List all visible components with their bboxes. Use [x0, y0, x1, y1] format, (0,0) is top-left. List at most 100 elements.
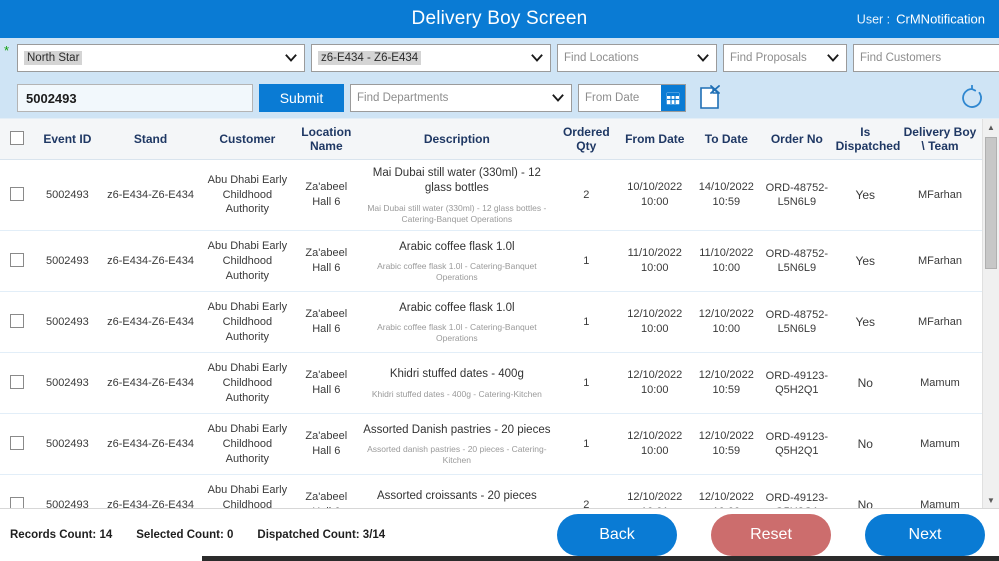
- cell-event-id: 5002493: [34, 230, 100, 293]
- cell-stand: z6-E434-Z6-E434: [100, 474, 202, 508]
- grid-header: Event ID Stand Customer Location Name De…: [0, 119, 999, 160]
- filter-toolbar: * North Star z6-E434 - Z6-E434 Find Loca…: [0, 38, 999, 118]
- cell-event-id: 5002493: [34, 474, 100, 508]
- departments-dropdown-placeholder: Find Departments: [357, 92, 449, 104]
- table-row[interactable]: 5002493 z6-E434-Z6-E434 Abu Dhabi Early Ch…: [0, 474, 999, 508]
- row-checkbox[interactable]: [10, 313, 25, 328]
- table-row[interactable]: 5002493 z6-E434-Z6-E434 Abu Dhabi Early Ch…: [0, 291, 999, 354]
- table-row[interactable]: 5002493 z6-E434-Z6-E434 Abu Dhabi Early Ch…: [0, 352, 999, 415]
- customers-dropdown[interactable]: Find Customers: [853, 44, 999, 72]
- cell-delivery-boy: Mamum: [897, 474, 983, 508]
- scrollbar-thumb[interactable]: [985, 137, 997, 269]
- cell-customer: Abu Dhabi Early Childhood Authority: [201, 352, 294, 415]
- row-select-cell: [0, 352, 35, 415]
- search-input[interactable]: [17, 84, 253, 112]
- cell-customer: Abu Dhabi Early Childhood Authority: [201, 291, 294, 354]
- grid-vertical-scrollbar[interactable]: ▲ ▼: [982, 119, 999, 508]
- row-select-cell: [0, 474, 35, 508]
- cell-customer: Abu Dhabi Early Childhood Authority: [201, 230, 294, 293]
- row-checkbox[interactable]: [10, 186, 25, 201]
- row-checkbox[interactable]: [10, 435, 25, 450]
- description-sub: Khidri stuffed dates - 400g - Catering-K…: [371, 388, 542, 399]
- calendar-icon[interactable]: [661, 85, 685, 111]
- cell-delivery-boy: Mamum: [897, 352, 983, 415]
- clear-document-icon[interactable]: [699, 85, 721, 111]
- cell-ordered-qty: 1: [554, 352, 618, 415]
- cell-customer: Abu Dhabi Early Childhood Authority: [201, 474, 294, 508]
- user-info: User : CrMNotification: [857, 12, 985, 27]
- cell-is-dispatched: Yes: [832, 159, 898, 232]
- header-row: Event ID Stand Customer Location Name De…: [0, 119, 999, 160]
- row-select-cell: [0, 291, 35, 354]
- filter-row-bottom: * Submit Find Departments From Date: [0, 78, 999, 118]
- cell-from-date: 10/10/2022 10:00: [617, 159, 692, 232]
- cell-stand: z6-E434-Z6-E434: [100, 230, 202, 293]
- back-button[interactable]: Back: [557, 514, 677, 556]
- description-main: Assorted croissants - 20 pieces: [376, 489, 537, 502]
- submit-button[interactable]: Submit: [259, 84, 344, 112]
- description-sub: Arabic coffee flask 1.0l - Catering-Banq…: [377, 261, 537, 283]
- chevron-down-icon: [552, 92, 564, 104]
- cell-order-no: ORD-49123-Q5H2Q1: [761, 352, 833, 415]
- page-title: Delivery Boy Screen: [411, 8, 588, 29]
- cell-from-date: 11/10/2022 10:00: [617, 230, 692, 293]
- header-is-dispatched[interactable]: Is Dispatched: [832, 119, 900, 160]
- refresh-icon[interactable]: [959, 84, 985, 111]
- cell-event-id: 5002493: [34, 413, 100, 476]
- header-stand[interactable]: Stand: [100, 119, 202, 160]
- dispatched-count-label: Dispatched Count: 3/14: [257, 529, 386, 541]
- table-row[interactable]: 5002493 z6-E434-Z6-E434 Abu Dhabi Early Ch…: [0, 159, 999, 232]
- cell-from-date: 12/10/2022 10:00: [617, 413, 692, 476]
- header-order-no[interactable]: Order No: [761, 119, 833, 160]
- scroll-down-arrow[interactable]: ▼: [983, 492, 999, 508]
- cell-from-date: 12/10/202210:01: [617, 474, 692, 508]
- cell-customer: Abu Dhabi Early Childhood Authority: [201, 159, 294, 232]
- cell-to-date: 14/10/2022 10:59: [691, 159, 762, 232]
- description-main: Mai Dubai still water (330ml) - 12 glass…: [372, 167, 541, 194]
- stand-dropdown[interactable]: North Star: [17, 44, 305, 72]
- cell-to-date: 11/10/2022 10:00: [691, 230, 762, 293]
- header-from-date[interactable]: From Date: [617, 119, 692, 160]
- next-button[interactable]: Next: [865, 514, 985, 556]
- locations-dropdown[interactable]: Find Locations: [557, 44, 717, 72]
- from-date-field[interactable]: From Date: [578, 84, 686, 112]
- event-dropdown[interactable]: z6-E434 - Z6-E434: [311, 44, 551, 72]
- customers-dropdown-placeholder: Find Customers: [860, 52, 942, 64]
- select-all-checkbox[interactable]: [10, 130, 25, 145]
- cell-is-dispatched: Yes: [832, 230, 898, 293]
- cell-description: Arabic coffee flask 1.0l Arabic coffee fl…: [358, 291, 555, 354]
- cell-ordered-qty: 1: [554, 230, 618, 293]
- cell-location-name: Za'abeel Hall 6: [293, 291, 359, 354]
- proposals-dropdown-placeholder: Find Proposals: [730, 52, 807, 64]
- reset-button[interactable]: Reset: [711, 514, 831, 556]
- row-checkbox[interactable]: [10, 374, 25, 389]
- cell-order-no: ORD-49123-Q5H2Q1: [761, 474, 833, 508]
- event-dropdown-value: z6-E434 - Z6-E434: [318, 51, 422, 65]
- proposals-dropdown[interactable]: Find Proposals: [723, 44, 847, 72]
- header-delivery-boy[interactable]: Delivery Boy \ Team: [897, 119, 983, 160]
- row-checkbox[interactable]: [10, 496, 25, 508]
- cell-to-date: 12/10/2022 10:59: [691, 413, 762, 476]
- locations-dropdown-placeholder: Find Locations: [564, 52, 639, 64]
- cell-delivery-boy: Mamum: [897, 413, 983, 476]
- chevron-down-icon: [697, 52, 709, 64]
- cell-event-id: 5002493: [34, 352, 100, 415]
- row-checkbox[interactable]: [10, 252, 25, 267]
- cell-location-name: Za'abeel Hall 6: [293, 413, 359, 476]
- header-customer[interactable]: Customer: [201, 119, 294, 160]
- cell-from-date: 12/10/2022 10:00: [617, 291, 692, 354]
- table-row[interactable]: 5002493 z6-E434-Z6-E434 Abu Dhabi Early Ch…: [0, 413, 999, 476]
- header-ordered-qty[interactable]: Ordered Qty: [554, 119, 618, 160]
- header-event-id[interactable]: Event ID: [34, 119, 100, 160]
- departments-dropdown[interactable]: Find Departments: [350, 84, 572, 112]
- cell-is-dispatched: No: [832, 413, 898, 476]
- title-bar: Delivery Boy Screen User : CrMNotificati…: [0, 0, 999, 38]
- delivery-boy-screen: Delivery Boy Screen User : CrMNotificati…: [0, 0, 999, 561]
- header-to-date[interactable]: To Date: [691, 119, 762, 160]
- cell-is-dispatched: Yes: [832, 291, 898, 354]
- table-row[interactable]: 5002493 z6-E434-Z6-E434 Abu Dhabi Early Ch…: [0, 230, 999, 293]
- scroll-up-arrow[interactable]: ▲: [983, 119, 999, 135]
- cell-delivery-boy: MFarhan: [897, 230, 983, 293]
- header-description[interactable]: Description: [358, 119, 555, 160]
- header-location-name[interactable]: Location Name: [293, 119, 359, 160]
